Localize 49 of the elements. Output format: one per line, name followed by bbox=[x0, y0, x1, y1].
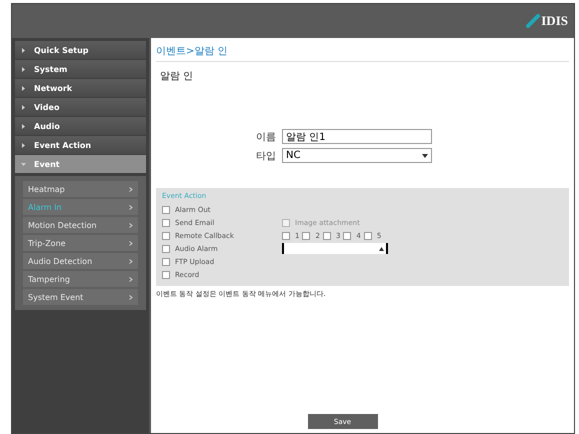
checkbox[interactable] bbox=[162, 206, 170, 214]
sidebar-item[interactable]: System bbox=[15, 60, 146, 78]
checkbox[interactable] bbox=[162, 258, 170, 266]
checkbox[interactable] bbox=[364, 232, 372, 240]
submenu-item[interactable]: Heatmap bbox=[23, 181, 138, 197]
submenu-item[interactable]: Tampering bbox=[23, 271, 138, 287]
field-label: 타입 bbox=[256, 150, 276, 162]
chevron-right-icon bbox=[129, 240, 133, 246]
field-label: 이름 bbox=[256, 130, 276, 144]
page-title: 알람 인 bbox=[160, 70, 194, 83]
chevron-right-icon bbox=[129, 186, 133, 192]
caret-right-icon bbox=[21, 48, 26, 52]
checkbox[interactable] bbox=[302, 232, 310, 240]
sidebar-item[interactable]: Event bbox=[15, 155, 146, 173]
type-dropdown[interactable]: NC bbox=[282, 148, 432, 163]
logo-mark-icon bbox=[526, 14, 540, 28]
caret-right-icon bbox=[21, 124, 26, 128]
chevron-right-icon bbox=[129, 294, 133, 300]
checkbox[interactable] bbox=[162, 232, 170, 240]
sidebar-item[interactable]: Event Action bbox=[15, 136, 146, 154]
checkbox[interactable] bbox=[322, 232, 331, 240]
caret-right-icon bbox=[21, 66, 26, 72]
sidebar-item[interactable]: Video bbox=[15, 98, 146, 116]
chevron-right-icon bbox=[129, 276, 133, 282]
name-field[interactable]: 알람 인1 bbox=[282, 129, 432, 144]
audio-dropdown[interactable] bbox=[282, 243, 388, 254]
checkbox[interactable] bbox=[162, 244, 170, 252]
checkbox[interactable] bbox=[162, 270, 170, 278]
checkbox[interactable] bbox=[282, 232, 290, 240]
checkbox[interactable] bbox=[162, 218, 170, 226]
breadcrumb: 이벤트>알람 인 bbox=[156, 42, 569, 62]
sidebar-item[interactable]: Audio bbox=[15, 117, 146, 135]
caret-right-icon bbox=[21, 104, 26, 110]
checkbox[interactable] bbox=[343, 232, 352, 240]
submenu-item[interactable]: Trip-Zone bbox=[23, 235, 138, 251]
caret-down-icon bbox=[21, 162, 26, 166]
chevron-right-icon bbox=[129, 222, 133, 228]
submenu-item[interactable]: Motion Detection bbox=[23, 217, 138, 233]
chevron-right-icon bbox=[129, 258, 133, 264]
caret-right-icon bbox=[21, 86, 26, 90]
sidebar-item[interactable]: Quick Setup bbox=[15, 41, 146, 59]
caret-right-icon bbox=[21, 142, 26, 148]
chevron-right-icon bbox=[129, 204, 133, 210]
dropdown-arrow-icon bbox=[379, 246, 384, 250]
logo-text: IDIS bbox=[541, 13, 568, 29]
submenu-item[interactable]: Audio Detection bbox=[23, 253, 138, 269]
dropdown-arrow-icon bbox=[422, 154, 428, 158]
sidebar-item[interactable]: Network bbox=[15, 79, 146, 97]
submenu-item[interactable]: System Event bbox=[23, 289, 138, 305]
